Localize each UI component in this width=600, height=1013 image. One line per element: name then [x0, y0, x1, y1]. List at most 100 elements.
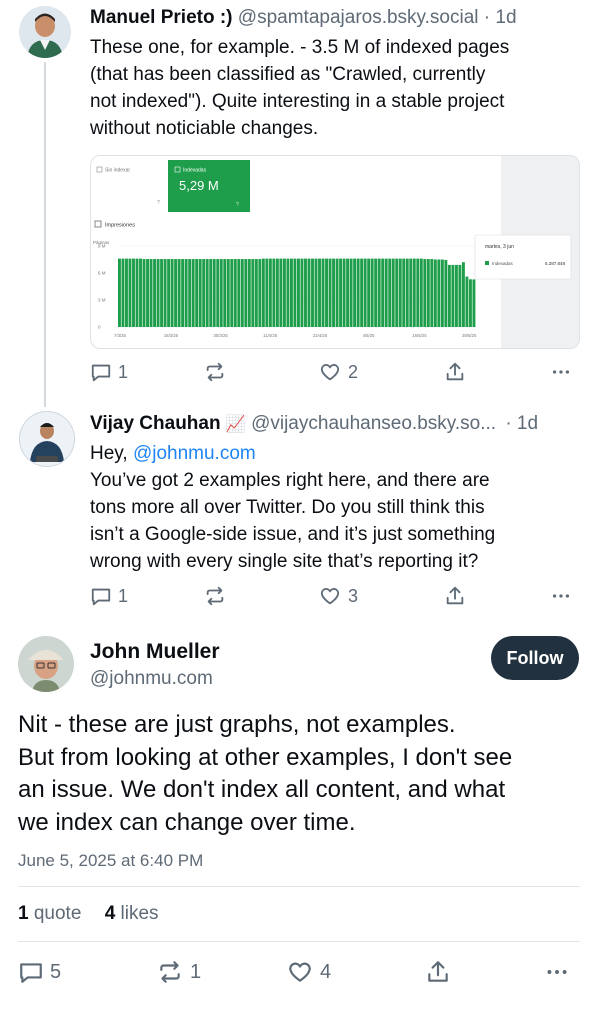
chart-bar: [268, 258, 272, 327]
chart-bar: [195, 259, 199, 327]
like-count: 3: [348, 585, 359, 606]
chart-bar: [272, 258, 276, 327]
chart-bar: [314, 258, 318, 327]
repost-button[interactable]: [203, 582, 227, 610]
greeting: Hey,: [90, 443, 128, 464]
reply-icon: [91, 588, 111, 606]
post-header: Manuel Prieto :) @spamtapajaros.bsky.soc…: [90, 7, 517, 29]
avatar-manuel[interactable]: [19, 6, 71, 58]
mention-link[interactable]: @johnmu.com: [133, 443, 256, 464]
reply-button[interactable]: 5: [18, 958, 61, 986]
chart-bar: [149, 259, 153, 327]
chart-bar: [468, 279, 472, 327]
post-header: Vijay Chauhan 📈 @vijaychauhanseo.bsky.so…: [90, 413, 538, 435]
main-author-handle[interactable]: @johnmu.com: [90, 668, 213, 690]
main-post-actions: 5 1 4: [18, 958, 578, 990]
chart-bar: [212, 259, 216, 327]
chart-bar: [402, 258, 406, 327]
share-button[interactable]: [444, 358, 466, 386]
post-actions: 1 3: [90, 582, 578, 610]
more-icon: [547, 970, 567, 974]
quotes-stat[interactable]: 1 quote: [18, 903, 81, 924]
author-name[interactable]: Manuel Prieto :): [90, 7, 233, 28]
x-tick-label: 28/5/25: [462, 333, 477, 338]
more-icon: [552, 370, 570, 374]
chart-bar: [360, 258, 364, 327]
chart-bar: [125, 258, 128, 327]
chart-bar: [416, 258, 420, 327]
post-age: · 1d: [505, 413, 539, 434]
post-actions: 1 2: [90, 358, 578, 386]
author-handle[interactable]: @vijaychauhanseo.bsky.so...: [251, 413, 496, 434]
likes-label: likes: [120, 903, 159, 924]
follow-button[interactable]: Follow: [491, 636, 579, 680]
avatar-john[interactable]: [18, 636, 74, 692]
chart-tooltip: [474, 234, 572, 280]
text-line: (that has been classified as "Crawled, c…: [90, 64, 486, 85]
like-button[interactable]: 4: [286, 958, 331, 986]
like-icon: [320, 588, 340, 605]
chart-bar: [440, 259, 444, 327]
avatar-vijay[interactable]: [19, 411, 75, 467]
tile-indexed-value: 5,29 M: [179, 178, 219, 193]
chart-bars: [118, 258, 476, 327]
embedded-image[interactable]: Sin indexar ? Indexadas 5,29 M ? Impresi…: [90, 155, 580, 349]
chart-bar: [405, 258, 409, 327]
reply-icon: [91, 364, 111, 382]
chart-bar: [321, 258, 325, 327]
chart-bar: [216, 259, 220, 327]
chart-bar: [325, 258, 328, 327]
share-button[interactable]: [444, 582, 466, 610]
repost-button[interactable]: [203, 358, 227, 386]
impressions-label: Impresiones: [105, 223, 135, 229]
chart-bar: [419, 258, 423, 327]
chart-bar: [247, 259, 251, 327]
tooltip-date: martes, 3 jun: [485, 244, 514, 250]
reply-count: 5: [50, 960, 62, 983]
author-handle[interactable]: @spamtapajaros.bsky.social: [238, 7, 479, 28]
chart-bar: [132, 258, 135, 327]
chart-bar: [223, 259, 227, 327]
reply-button[interactable]: 1: [90, 358, 128, 386]
chart-bar: [356, 258, 360, 327]
chart-bar: [349, 258, 353, 327]
chart-bar: [233, 259, 237, 327]
reply-button[interactable]: 1: [90, 582, 128, 610]
chart-bar: [275, 258, 279, 327]
chart-bar: [409, 258, 413, 327]
more-button[interactable]: [550, 358, 572, 386]
repost-icon: [206, 586, 224, 606]
chart-bar: [261, 258, 265, 327]
more-button[interactable]: [550, 582, 572, 610]
chart-bar: [289, 258, 293, 327]
main-author-name[interactable]: John Mueller: [90, 640, 220, 664]
like-button[interactable]: 3: [318, 582, 358, 610]
reply-count: 1: [118, 585, 129, 606]
repost-count: 1: [190, 960, 202, 983]
share-button[interactable]: [425, 958, 451, 986]
chart-bar: [174, 259, 178, 327]
chart-bar: [170, 259, 174, 327]
x-tick-label: 4/5/25: [363, 333, 376, 338]
share-icon: [446, 586, 464, 605]
chart-bar: [142, 259, 146, 327]
text-line: we index can change over time.: [18, 808, 356, 836]
x-tick-label: 7/3/25: [114, 333, 127, 338]
post-timestamp[interactable]: June 5, 2025 at 6:40 PM: [18, 851, 203, 871]
chart-bar: [240, 259, 244, 327]
tile-not-indexed-label: Sin indexar: [105, 168, 130, 174]
text-line: tons more all over Twitter. Do you still…: [90, 497, 485, 518]
chart-bar: [430, 259, 434, 327]
more-button[interactable]: [544, 958, 570, 986]
author-name[interactable]: Vijay Chauhan: [90, 413, 221, 434]
repost-icon: [206, 362, 224, 382]
repost-button[interactable]: 1: [156, 958, 201, 986]
chart-bar: [226, 259, 230, 327]
help-icon: ?: [236, 202, 239, 208]
y-tick-label: 3 M: [98, 298, 106, 303]
more-icon: [552, 594, 570, 598]
chart-bar: [447, 264, 451, 327]
text-line: isn’t a Google-side issue, and it’s just…: [90, 524, 496, 545]
likes-stat[interactable]: 4 likes: [105, 903, 159, 924]
like-button[interactable]: 2: [318, 358, 358, 386]
